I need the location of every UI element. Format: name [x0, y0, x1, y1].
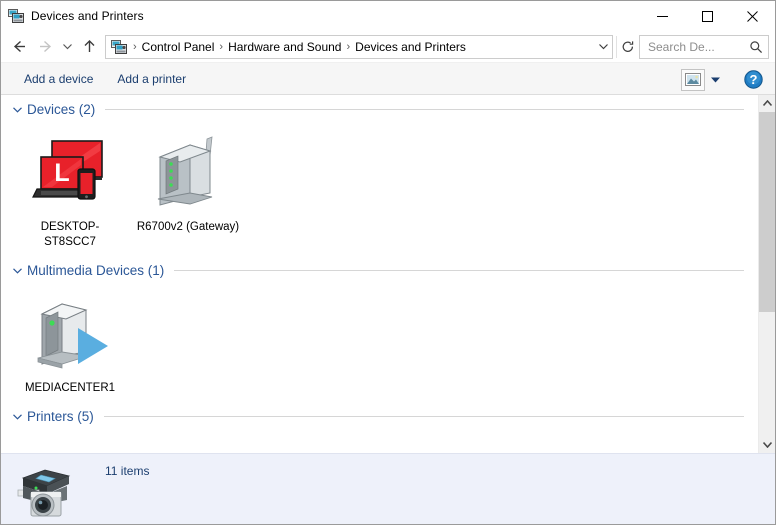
device-tile-desktop[interactable]: L DESKTOP-ST8SCC7 [15, 127, 125, 256]
maximize-button[interactable] [685, 1, 730, 31]
router-gateway-icon [146, 131, 230, 215]
svg-text:L: L [54, 159, 69, 187]
command-bar-right: ? [681, 63, 767, 96]
navigation-bar: › Control Panel › Hardware and Sound › D… [1, 31, 775, 62]
back-button[interactable] [6, 35, 32, 59]
forward-button[interactable] [32, 35, 58, 59]
chevron-down-icon[interactable] [10, 409, 24, 423]
media-server-icon [28, 292, 112, 376]
breadcrumb-item-hardware-and-sound[interactable]: Hardware and Sound [225, 39, 344, 55]
refresh-button[interactable] [616, 35, 639, 58]
scrollbar-thumb[interactable] [759, 112, 775, 312]
group-title-multimedia-devices: Multimedia Devices (1) [27, 262, 165, 278]
breadcrumb-separator: › [346, 40, 351, 53]
vertical-scrollbar[interactable] [758, 95, 775, 453]
search-icon [744, 36, 768, 58]
device-label: DESKTOP-ST8SCC7 [40, 221, 100, 248]
help-icon[interactable]: ? [743, 70, 763, 90]
search-box[interactable]: Search De... [639, 34, 769, 59]
this-pc-icon: L [28, 131, 112, 215]
items-view: Devices (2) L DESKTOP-ST8SCC7 R6700v2 (G… [1, 95, 758, 453]
breadcrumb-item-devices-and-printers[interactable]: Devices and Printers [352, 39, 469, 55]
devices-and-printers-icon [111, 39, 127, 55]
group-divider [103, 415, 744, 417]
group-devices: Devices (2) L DESKTOP-ST8SCC7 R6700v2 (G… [1, 95, 758, 256]
device-label: R6700v2 (Gateway) [136, 221, 240, 233]
window-title: Devices and Printers [31, 9, 144, 23]
svg-text:?: ? [749, 72, 757, 87]
breadcrumb-item-control-panel[interactable]: Control Panel [139, 39, 218, 55]
group-header-devices[interactable]: Devices (2) [1, 95, 758, 123]
search-input[interactable]: Search De... [640, 40, 744, 54]
group-title-devices: Devices (2) [27, 101, 96, 117]
add-a-device-button[interactable]: Add a device [15, 67, 102, 91]
breadcrumb-separator: › [133, 40, 137, 53]
view-options-icon[interactable] [681, 68, 705, 91]
details-pane: 11 items [1, 453, 775, 524]
chevron-down-icon[interactable] [594, 36, 612, 58]
command-bar: Add a device Add a printer ? [1, 62, 775, 95]
group-divider [105, 108, 744, 110]
chevron-down-icon[interactable] [10, 263, 24, 277]
printer-scanner-camera-icon [15, 460, 77, 522]
breadcrumb-separator: › [219, 40, 224, 53]
scrollbar-track[interactable] [759, 112, 775, 436]
scroll-up-icon[interactable] [759, 95, 775, 112]
group-title-printers: Printers (5) [27, 408, 94, 424]
add-a-printer-button[interactable]: Add a printer [108, 67, 195, 91]
close-button[interactable] [730, 1, 775, 31]
group-multimedia-devices: Multimedia Devices (1) MEDIACENTER1 [1, 256, 758, 402]
group-header-multimedia-devices[interactable]: Multimedia Devices (1) [1, 256, 758, 284]
status-item-count: 11 items [105, 464, 150, 478]
view-options-dropdown-button[interactable] [705, 69, 725, 91]
title-bar: Devices and Printers [1, 1, 775, 31]
group-printers: Printers (5) [1, 402, 758, 430]
up-button[interactable] [76, 35, 102, 59]
recent-locations-button[interactable] [58, 35, 76, 59]
device-tile-router[interactable]: R6700v2 (Gateway) [133, 127, 243, 256]
tiles-multimedia-devices: MEDIACENTER1 [1, 284, 758, 402]
group-header-printers[interactable]: Printers (5) [1, 402, 758, 430]
address-bar[interactable]: › Control Panel › Hardware and Sound › D… [105, 34, 613, 59]
content-area: Devices (2) L DESKTOP-ST8SCC7 R6700v2 (G… [1, 95, 775, 453]
scroll-down-icon[interactable] [759, 436, 775, 453]
device-label: MEDIACENTER1 [24, 382, 116, 394]
tiles-devices: L DESKTOP-ST8SCC7 R6700v2 (Gateway) [1, 123, 758, 256]
device-tile-mediacenter[interactable]: MEDIACENTER1 [15, 288, 125, 402]
minimize-button[interactable] [640, 1, 685, 31]
window-controls [640, 1, 775, 31]
breadcrumb: › Control Panel › Hardware and Sound › D… [131, 39, 594, 55]
group-divider [174, 269, 744, 271]
chevron-down-icon[interactable] [10, 102, 24, 116]
devices-and-printers-icon [8, 8, 24, 24]
devices-and-printers-window: Devices and Printers › Control Panel › H… [0, 0, 776, 525]
